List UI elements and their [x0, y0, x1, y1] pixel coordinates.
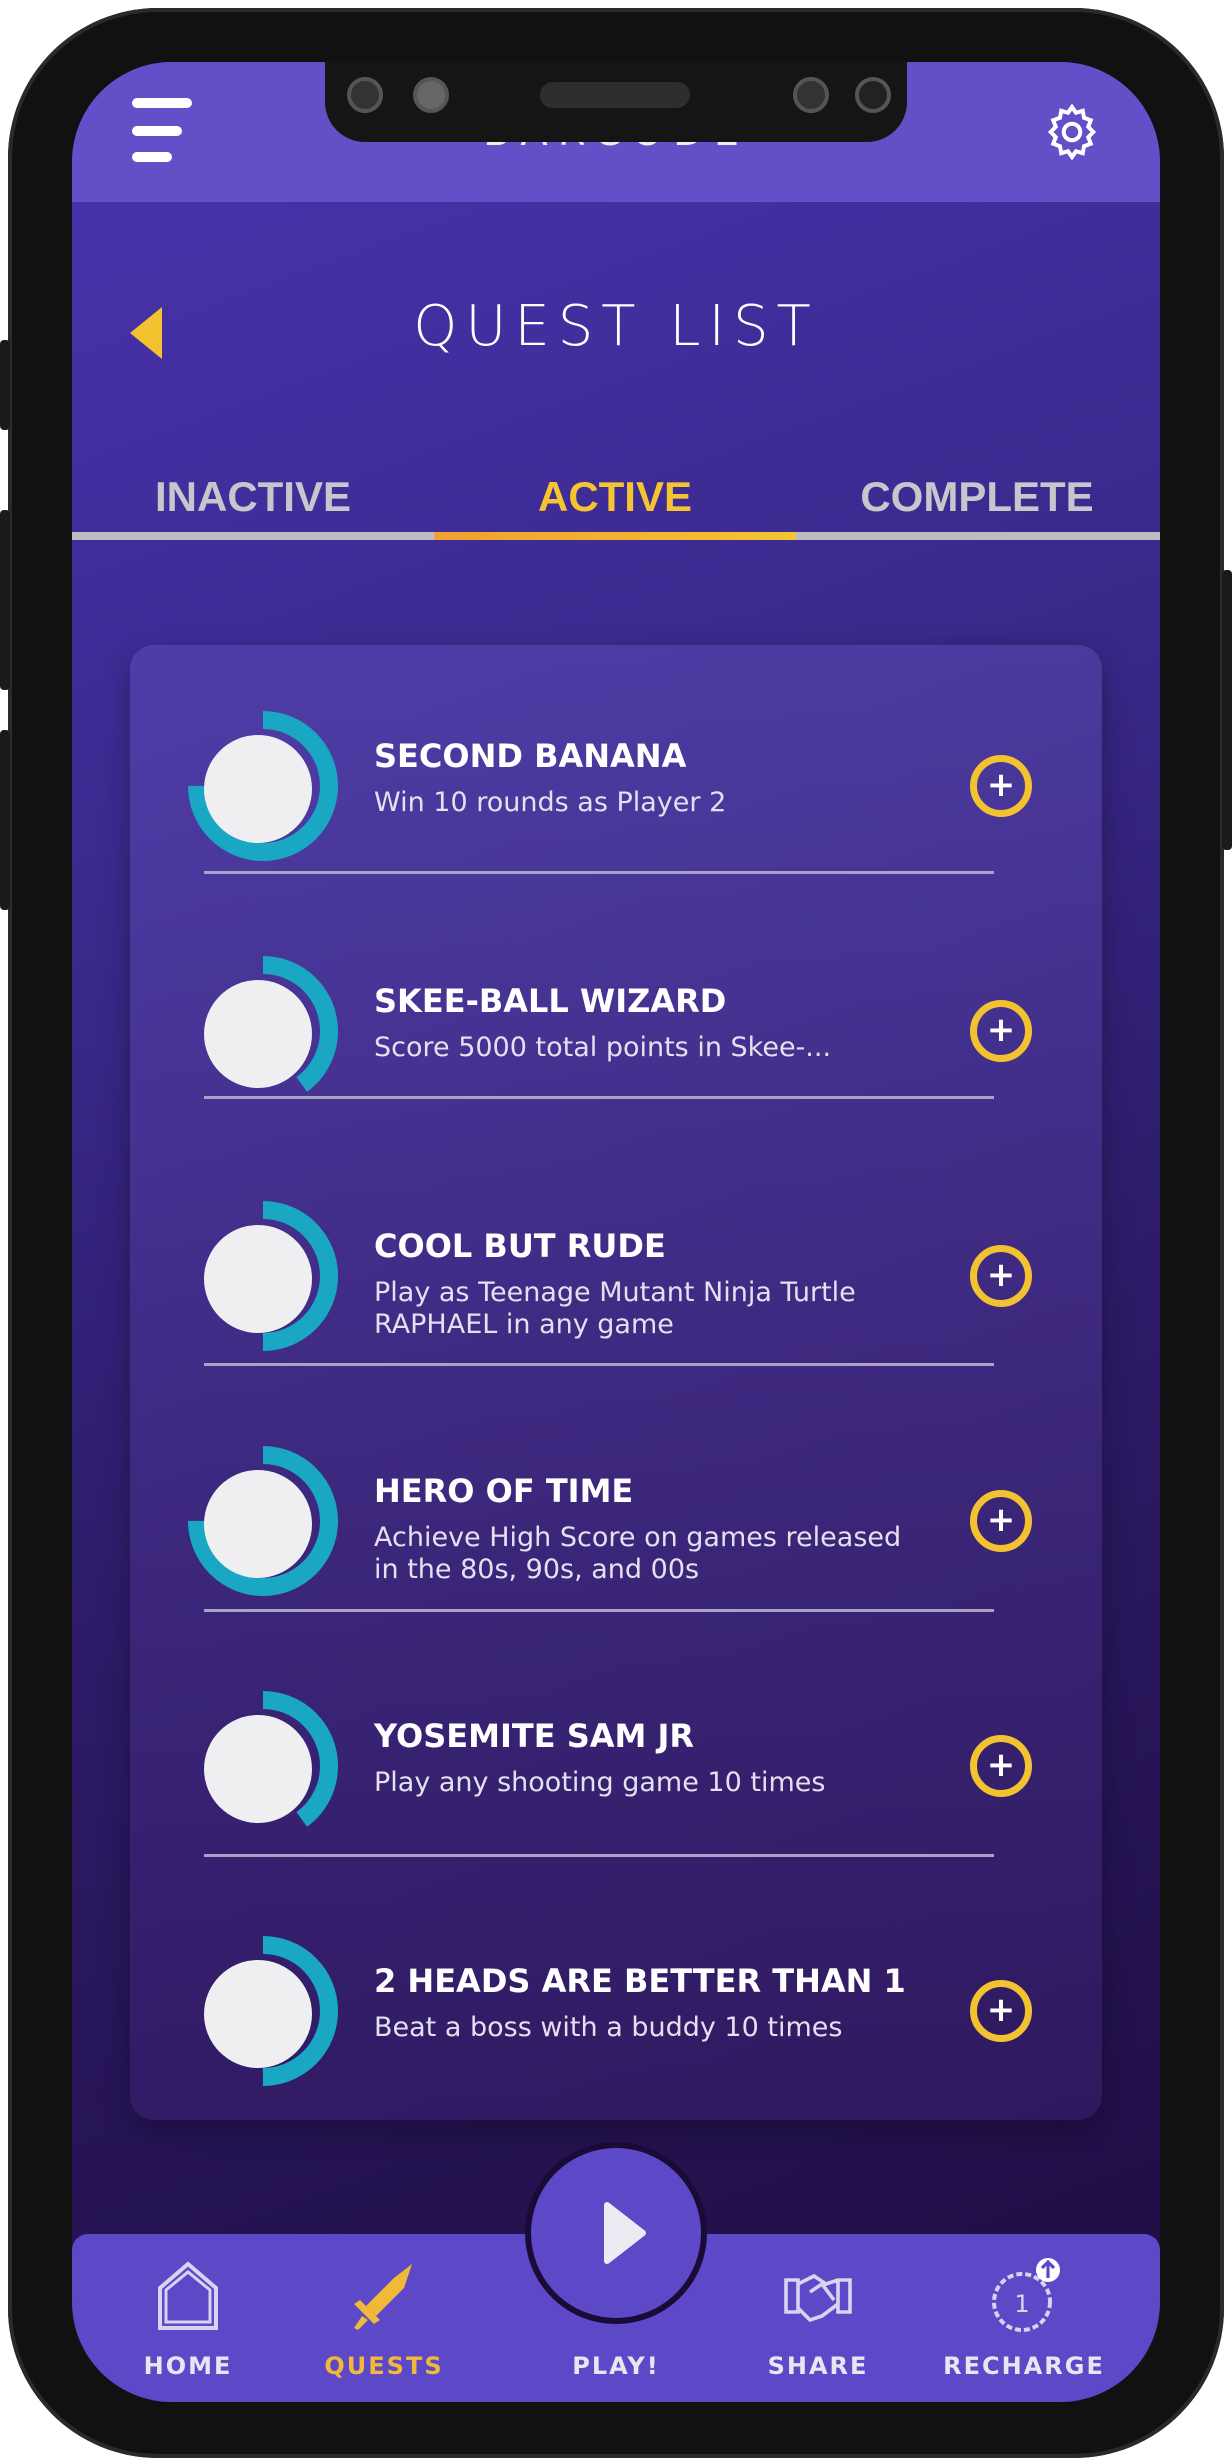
quest-description: Play as Teenage Mutant Ninja Turtle RAPH…: [374, 1277, 856, 1340]
quest-list: SECOND BANANA Win 10 rounds as Player 2 …: [130, 645, 1102, 2120]
divider: [204, 871, 994, 874]
play-icon: [604, 2202, 646, 2264]
quest-item[interactable]: YOSEMITE SAM JR Play any shooting game 1…: [130, 1645, 1102, 1885]
page-title: QUEST LIST: [413, 294, 819, 359]
divider: [204, 1854, 994, 1857]
quest-description: Win 10 rounds as Player 2: [374, 787, 727, 818]
volume-up-button: [0, 510, 10, 690]
nav-label: PLAY!: [572, 2352, 660, 2380]
tab-complete[interactable]: COMPLETE: [796, 462, 1158, 532]
progress-ring: [188, 956, 338, 1106]
active-tab-indicator: [434, 532, 796, 540]
svg-text:1: 1: [1014, 2290, 1029, 2318]
divider: [204, 1609, 994, 1612]
volume-down-button: [0, 730, 10, 910]
power-button: [1222, 570, 1232, 850]
add-quest-button[interactable]: +: [970, 1490, 1032, 1552]
quest-title: SECOND BANANA: [374, 737, 687, 775]
quest-item[interactable]: SECOND BANANA Win 10 rounds as Player 2 …: [130, 665, 1102, 905]
nav-label: HOME: [143, 2352, 233, 2380]
add-quest-button[interactable]: +: [970, 1735, 1032, 1797]
nav-recharge[interactable]: 1 RECHARGE: [924, 2234, 1124, 2402]
add-quest-button[interactable]: +: [970, 1980, 1032, 2042]
sword-icon: [354, 2264, 412, 2330]
nav-share[interactable]: SHARE: [718, 2234, 918, 2402]
divider: [204, 1096, 994, 1099]
quest-description: Beat a boss with a buddy 10 times: [374, 2012, 843, 2043]
nav-quests[interactable]: QUESTS: [284, 2234, 484, 2402]
tab-active[interactable]: ACTIVE: [434, 462, 796, 532]
quest-title: 2 HEADS ARE BETTER THAN 1: [374, 1962, 906, 2000]
quest-item[interactable]: COOL BUT RUDE Play as Teenage Mutant Nin…: [130, 1155, 1102, 1395]
screen: BARCODE QUEST LIST INACTIVE ACTIVE COMPL…: [72, 62, 1160, 2402]
gear-icon[interactable]: [1042, 102, 1102, 162]
notch: [325, 62, 907, 142]
add-quest-button[interactable]: +: [970, 1000, 1032, 1062]
add-quest-button[interactable]: +: [970, 1245, 1032, 1307]
progress-ring: [188, 1446, 338, 1596]
quest-title: YOSEMITE SAM JR: [374, 1717, 695, 1755]
quest-title: HERO OF TIME: [374, 1472, 634, 1510]
quest-title: SKEE-BALL WIZARD: [374, 982, 727, 1020]
home-icon: [158, 2261, 218, 2330]
mute-switch: [0, 340, 10, 430]
nav-label: QUESTS: [324, 2352, 444, 2380]
quest-item[interactable]: HERO OF TIME Achieve High Score on games…: [130, 1400, 1102, 1640]
tab-bar: INACTIVE ACTIVE COMPLETE: [72, 462, 1160, 542]
tab-inactive[interactable]: INACTIVE: [72, 462, 434, 532]
nav-label: RECHARGE: [943, 2352, 1105, 2380]
progress-ring: [188, 1936, 338, 2086]
progress-ring: [188, 1691, 338, 1841]
nav-label: SHARE: [767, 2352, 869, 2380]
progress-ring: [188, 1201, 338, 1351]
quest-item[interactable]: 2 HEADS ARE BETTER THAN 1 Beat a boss wi…: [130, 1890, 1102, 2130]
add-quest-button[interactable]: +: [970, 755, 1032, 817]
quest-description: Score 5000 total points in Skee-...: [374, 1032, 832, 1063]
quest-title: COOL BUT RUDE: [374, 1227, 666, 1265]
quest-description: Play any shooting game 10 times: [374, 1767, 826, 1798]
nav-home[interactable]: HOME: [88, 2234, 288, 2402]
play-button[interactable]: [525, 2142, 707, 2324]
divider: [204, 1363, 994, 1366]
quest-description: Achieve High Score on games released in …: [374, 1522, 902, 1585]
quest-item[interactable]: SKEE-BALL WIZARD Score 5000 total points…: [130, 910, 1102, 1150]
progress-ring: [188, 711, 338, 861]
handshake-icon: [784, 2273, 852, 2323]
coin-recharge-icon: 1: [992, 2258, 1060, 2332]
